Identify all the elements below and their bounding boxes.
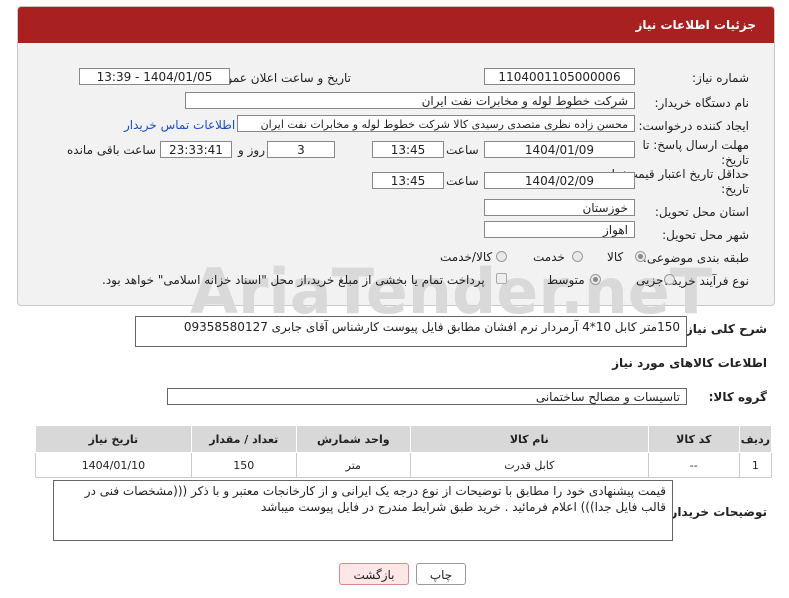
category-goods-label: کالا (607, 250, 624, 264)
cell-name: کابل قدرت (409, 452, 649, 478)
category-service-label: خدمت (533, 250, 565, 264)
buyer-notes-label: توضیحات خریدار: (665, 505, 767, 519)
validity-time-field: 13:45 (372, 172, 444, 189)
city-label: شهر محل تحویل: (662, 228, 749, 242)
process-medium-label: متوسط (547, 273, 585, 287)
requester-label: ایجاد کننده درخواست: (638, 119, 749, 133)
buyer-org-label: نام دستگاه خریدار: (654, 96, 750, 110)
col-qty: تعداد / مقدار (190, 425, 297, 453)
treasury-payment-note: پرداخت تمام یا بخشی از مبلغ خرید،از محل … (102, 273, 485, 287)
deadline-time-field: 13:45 (372, 141, 444, 158)
days-remaining-field: 3 (267, 141, 335, 158)
buyer-notes-textarea: قیمت پیشنهادی خود را مطابق با توضیحات از… (53, 480, 673, 541)
treasury-payment-checkbox[interactable] (496, 273, 507, 284)
day-word-label: روز و (238, 143, 265, 157)
process-minor-radio[interactable] (664, 274, 675, 285)
category-label: طبقه بندی موضوعی: (642, 251, 749, 265)
process-label: نوع فرآیند خرید : (664, 274, 749, 288)
category-goods-radio[interactable] (635, 251, 646, 262)
city-field: اهواز (484, 221, 635, 238)
col-code: کد کالا (647, 425, 740, 453)
remaining-time-field: 23:33:41 (160, 141, 232, 158)
goods-group-label: گروه کالا: (708, 390, 767, 404)
col-name: نام کالا (409, 425, 649, 453)
remaining-label: ساعت باقی مانده (67, 143, 157, 157)
summary-label: شرح کلی نیاز: (681, 322, 767, 336)
cell-unit: متر (295, 452, 411, 478)
page-title: جزئیات اطلاعات نیاز (635, 18, 756, 32)
category-goods-service-radio[interactable] (496, 251, 507, 262)
requester-field: محسن زاده نظری متصدی رسیدی کالا شرکت خطو… (237, 115, 635, 132)
announce-datetime-field: 1404/01/05 - 13:39 (79, 68, 230, 85)
cell-date: 1404/01/10 (35, 452, 192, 478)
table-row[interactable]: 1 -- کابل قدرت متر 150 1404/01/10 (35, 452, 773, 478)
deadline-label: مهلت ارسال پاسخ: تا تاریخ: (642, 138, 749, 167)
print-button[interactable]: چاپ (416, 563, 466, 585)
goods-info-title: اطلاعات کالاهای مورد نیاز (612, 356, 767, 370)
col-unit: واحد شمارش (295, 425, 411, 453)
panel-header: جزئیات اطلاعات نیاز (18, 7, 774, 43)
process-minor-label: جزیی (636, 273, 664, 287)
deadline-date-field: 1404/01/09 (484, 141, 635, 158)
cell-code: -- (647, 452, 740, 478)
goods-group-field: تاسیسات و مصالح ساختمانی (167, 388, 687, 405)
validity-time-label: ساعت (446, 174, 479, 188)
back-button[interactable]: بازگشت (339, 563, 409, 585)
goods-table: ردیف کد کالا نام کالا واحد شمارش تعداد /… (35, 425, 773, 478)
process-medium-radio[interactable] (590, 274, 601, 285)
province-field: خوزستان (484, 199, 635, 216)
validity-date-field: 1404/02/09 (484, 172, 635, 189)
category-goods-service-label: کالا/خدمت (440, 250, 493, 264)
col-row: ردیف (738, 425, 773, 453)
need-number-field: 1104001105000006 (484, 68, 635, 85)
need-number-label: شماره نیاز: (692, 71, 749, 85)
buyer-org-field: شرکت خطوط لوله و مخابرات نفت ایران (185, 92, 635, 109)
cell-row: 1 (738, 452, 773, 478)
summary-textarea: 150متر کابل 10*4 آرمردار نرم افشان مطابق… (135, 316, 687, 347)
category-service-radio[interactable] (572, 251, 583, 262)
province-label: استان محل تحویل: (654, 205, 749, 219)
buyer-contact-link[interactable]: اطلاعات تماس خریدار (124, 118, 235, 132)
table-header-row: ردیف کد کالا نام کالا واحد شمارش تعداد /… (35, 425, 773, 453)
cell-qty: 150 (190, 452, 297, 478)
deadline-time-label: ساعت (446, 143, 479, 157)
col-date: تاریخ نیاز (35, 425, 192, 453)
